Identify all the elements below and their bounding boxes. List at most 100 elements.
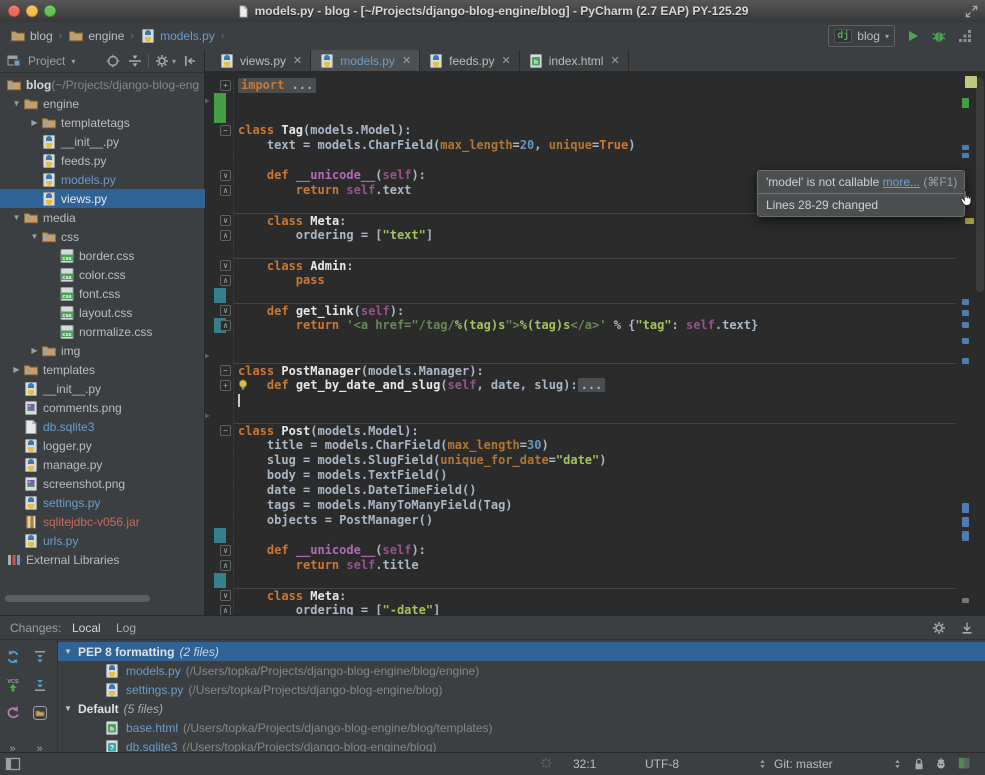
horizontal-scrollbar[interactable] — [0, 594, 204, 603]
code-line[interactable]: text = models.CharField(max_length=20, u… — [205, 138, 985, 153]
project-panel-title[interactable]: Project — [28, 54, 65, 68]
tree-item-urls-py[interactable]: urls.py — [0, 531, 205, 550]
locate-file-button[interactable] — [105, 53, 121, 69]
collapse-all-button[interactable] — [31, 676, 49, 694]
error-stripe[interactable] — [955, 72, 985, 615]
changed-file-settings-py[interactable]: settings.py(/Users/topka/Projects/django… — [58, 680, 985, 699]
tree-item-templatetags[interactable]: ▶templatetags — [0, 113, 205, 132]
scrollbar-thumb[interactable] — [976, 78, 984, 292]
tab-local[interactable]: Local — [72, 621, 101, 635]
code-line[interactable] — [205, 573, 985, 588]
breadcrumb-item[interactable]: engine› — [68, 28, 136, 44]
code-line[interactable]: −class Post(models.Model): — [205, 423, 985, 438]
tab-log[interactable]: Log — [116, 621, 136, 635]
stripe-marker[interactable] — [962, 322, 969, 328]
chevron-expanded-icon[interactable]: ▼ — [28, 232, 41, 241]
resize-icon[interactable] — [964, 4, 979, 19]
commit-button[interactable]: VCS — [4, 676, 22, 694]
tree-item-manage-py[interactable]: manage.py — [0, 455, 205, 474]
tree-item-border-css[interactable]: cssborder.css — [0, 246, 205, 265]
debug-button[interactable] — [931, 28, 947, 44]
stripe-marker[interactable] — [962, 98, 969, 108]
minimize-panel-button[interactable] — [959, 620, 975, 636]
code-line[interactable]: date = models.DateTimeField() — [205, 483, 985, 498]
gear-icon[interactable] — [154, 53, 170, 69]
folded-region[interactable]: import ... — [238, 78, 316, 93]
code-line[interactable]: ∨ def get_link(self): — [205, 303, 985, 318]
fold-toggle-icon[interactable]: − — [220, 425, 231, 436]
collapse-all-button[interactable] — [127, 53, 143, 69]
vcs-branch[interactable]: Git: master — [774, 753, 833, 775]
code-line[interactable]: objects = PostManager() — [205, 513, 985, 528]
fold-arrow-icon[interactable]: ▶ — [205, 95, 210, 106]
stripe-marker[interactable] — [962, 598, 969, 603]
close-tab-icon[interactable]: ✕ — [502, 54, 511, 67]
stripe-marker[interactable] — [965, 218, 974, 224]
tree-item-css[interactable]: ▼css — [0, 227, 205, 246]
code-line[interactable] — [205, 243, 985, 258]
tool-window-toggle[interactable] — [5, 753, 21, 775]
run-configuration-selector[interactable]: dj blog ▾ — [828, 25, 895, 47]
changed-file-base-html[interactable]: hbase.html(/Users/topka/Projects/django-… — [58, 718, 985, 737]
tree-item-layout-css[interactable]: csslayout.css — [0, 303, 205, 322]
tree-item-external-libraries[interactable]: External Libraries — [0, 550, 205, 569]
code-line[interactable]: ∧ ordering = ["-date"] — [205, 603, 985, 615]
tree-item-blog[interactable]: blog (~/Projects/django-blog-eng — [0, 75, 205, 94]
fold-toggle-icon[interactable]: + — [220, 380, 231, 391]
tree-item-color-css[interactable]: csscolor.css — [0, 265, 205, 284]
code-line[interactable] — [205, 528, 985, 543]
editor-tab-feeds-py[interactable]: feeds.py✕ — [420, 50, 520, 71]
fold-toggle-icon[interactable]: ∧ — [220, 560, 231, 571]
tree-item-models-py[interactable]: models.py — [0, 170, 205, 189]
code-line[interactable]: ∧ pass — [205, 273, 985, 288]
code-line[interactable] — [205, 108, 985, 123]
code-editor[interactable]: + import ... ▶ −class Tag(models.Model): te… — [205, 72, 985, 615]
changelist-default[interactable]: ▼Default(5 files) — [58, 699, 985, 718]
stripe-marker[interactable] — [962, 145, 969, 150]
tree-item-media[interactable]: ▼media — [0, 208, 205, 227]
code-line[interactable] — [205, 333, 985, 348]
fold-toggle-icon[interactable]: ∨ — [220, 260, 231, 271]
tree-item-views-py[interactable]: views.py — [0, 189, 205, 208]
changelist-pep-8-formatting[interactable]: ▼PEP 8 formatting(2 files) — [58, 642, 985, 661]
group-by-directory-button[interactable] — [31, 704, 49, 722]
tooltip-more-link[interactable]: more... — [883, 175, 920, 189]
fold-toggle-icon[interactable]: ∧ — [220, 320, 231, 331]
code-line[interactable]: title = models.CharField(max_length=30) — [205, 438, 985, 453]
fold-toggle-icon[interactable]: ∨ — [220, 545, 231, 556]
stripe-marker[interactable] — [962, 531, 969, 541]
refresh-button[interactable] — [4, 648, 22, 666]
expand-all-button[interactable] — [31, 648, 49, 666]
close-tab-icon[interactable]: ✕ — [402, 54, 411, 67]
tree-item-templates[interactable]: ▶templates — [0, 360, 205, 379]
fold-toggle-icon[interactable]: ∨ — [220, 215, 231, 226]
breadcrumb-item[interactable]: blog› — [10, 28, 64, 44]
lock-icon[interactable] — [912, 753, 926, 775]
code-line[interactable]: ▶ — [205, 93, 985, 108]
tree-item-img[interactable]: ▶img — [0, 341, 205, 360]
code-line[interactable]: tags = models.ManyToManyField(Tag) — [205, 498, 985, 513]
code-line[interactable]: ▶ — [205, 348, 985, 363]
fold-arrow-icon[interactable]: ▶ — [205, 350, 210, 361]
code-line[interactable]: slug = models.SlugField(unique_for_date=… — [205, 453, 985, 468]
tree-item-sqlitejdbc-v056-jar[interactable]: sqlitejdbc-v056.jar — [0, 512, 205, 531]
tree-item-screenshot-png[interactable]: screenshot.png — [0, 474, 205, 493]
code-line[interactable]: + def get_by_date_and_slug(self, date, s… — [205, 378, 985, 393]
tree-item-feeds-py[interactable]: feeds.py — [0, 151, 205, 170]
code-line[interactable]: ∧ return self.title — [205, 558, 985, 573]
code-line[interactable]: body = models.TextField() — [205, 468, 985, 483]
inspections-profile-icon[interactable] — [934, 753, 948, 775]
changed-file-models-py[interactable]: models.py(/Users/topka/Projects/django-b… — [58, 661, 985, 680]
code-line[interactable]: −class Tag(models.Model): — [205, 123, 985, 138]
gear-icon[interactable] — [931, 620, 947, 636]
code-line[interactable]: + import ... — [205, 78, 985, 93]
code-line[interactable]: ∨ class Admin: — [205, 258, 985, 273]
chevron-down-icon[interactable]: ▾ — [71, 57, 75, 66]
fold-toggle-icon[interactable]: + — [220, 80, 231, 91]
tree-item-settings-py[interactable]: settings.py — [0, 493, 205, 512]
editor-tab-views-py[interactable]: views.py✕ — [211, 50, 311, 71]
tree-item-engine[interactable]: ▼engine — [0, 94, 205, 113]
fold-toggle-icon[interactable]: ∧ — [220, 185, 231, 196]
tree-item-comments-png[interactable]: comments.png — [0, 398, 205, 417]
tree-item-logger-py[interactable]: logger.py — [0, 436, 205, 455]
